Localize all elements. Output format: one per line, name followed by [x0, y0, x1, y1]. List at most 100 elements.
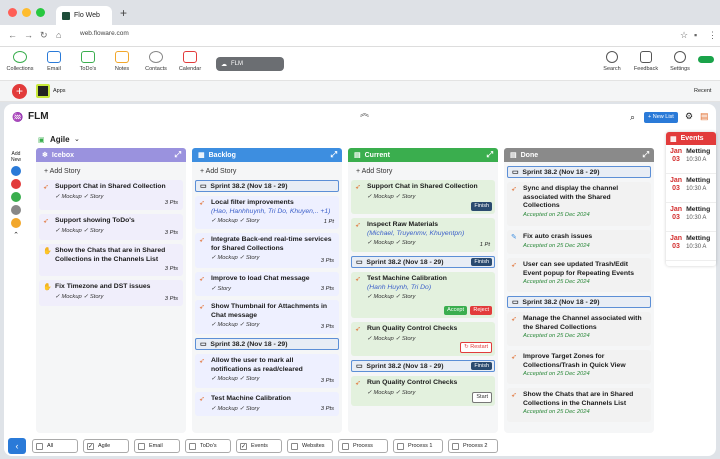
- forward-icon[interactable]: →: [24, 30, 33, 40]
- story-card[interactable]: ➶ Manage the Channel associated with the…: [507, 312, 651, 346]
- checkbox-icon[interactable]: [397, 442, 404, 450]
- story-card[interactable]: ➶ User can see updated Trash/Edit Event …: [507, 258, 651, 292]
- add-event-icon[interactable]: [11, 179, 21, 189]
- filter-process-2[interactable]: Process 2: [448, 439, 498, 453]
- filter-email[interactable]: Email: [134, 439, 180, 453]
- appbar-email[interactable]: Email: [38, 51, 70, 72]
- checkbox-icon[interactable]: [452, 442, 459, 450]
- bookmark-star-icon[interactable]: ☆: [680, 30, 688, 41]
- checkbox-icon[interactable]: [138, 442, 145, 450]
- active-collection-pill[interactable]: ☁ FLM: [216, 57, 284, 71]
- filter-process[interactable]: Process: [338, 439, 388, 453]
- story-card[interactable]: ➶ Improve to load Chat message ✓ Story 3…: [195, 272, 339, 296]
- apps-icon[interactable]: [36, 84, 50, 98]
- column-header[interactable]: ▤ Current ⤢: [348, 148, 498, 162]
- story-card[interactable]: ✋ Show the Chats that are in Shared Coll…: [39, 244, 183, 276]
- reject-button[interactable]: Reject: [470, 305, 492, 315]
- back-icon[interactable]: ←: [8, 30, 17, 40]
- url-field[interactable]: web.floware.com: [80, 30, 129, 37]
- sprint-header[interactable]: ▭ Sprint 38.2 (Nov 18 - 29): [195, 180, 339, 192]
- board-settings-icon[interactable]: ⚙: [685, 111, 693, 122]
- event-item[interactable]: Jan 03 Metting 10:30 A: [666, 203, 716, 232]
- add-note-icon[interactable]: [11, 218, 21, 228]
- appbar-calendar[interactable]: Calendar: [174, 51, 206, 72]
- chevron-left-icon[interactable]: ‹: [8, 438, 26, 454]
- checkbox-icon[interactable]: [189, 442, 196, 450]
- story-card[interactable]: ➶ Support Chat in Shared Collection ✓ Mo…: [39, 180, 183, 210]
- board-docs-icon[interactable]: ▤: [700, 111, 709, 122]
- story-card[interactable]: ➶ Show the Chats that are in Shared Coll…: [507, 388, 651, 422]
- reload-icon[interactable]: ↻: [40, 30, 48, 41]
- view-selector[interactable]: Agile: [50, 135, 70, 144]
- filter-todo-s[interactable]: ToDo's: [185, 439, 231, 453]
- story-card[interactable]: ➶ Integrate Back-end real-time services …: [195, 233, 339, 268]
- story-card[interactable]: ➶ Improve Target Zones for Collections/T…: [507, 350, 651, 384]
- sprint-header[interactable]: ▭ Sprint 38.2 (Nov 18 - 29): [507, 166, 651, 178]
- status-toggle[interactable]: [698, 56, 714, 63]
- checkbox-icon[interactable]: ✓: [240, 442, 247, 450]
- minimize-window-icon[interactable]: [22, 8, 31, 17]
- story-card[interactable]: ➶ Test Machine Calibration (Hanh Huynh, …: [351, 272, 495, 318]
- checkbox-icon[interactable]: [342, 442, 349, 450]
- add-icon[interactable]: +: [12, 84, 27, 99]
- expand-icon[interactable]: ⤢: [487, 150, 493, 160]
- chevron-down-icon[interactable]: ⌄: [74, 135, 80, 143]
- add-story-button[interactable]: + Add Story: [192, 162, 342, 180]
- appbar-collections[interactable]: Collections: [4, 51, 36, 72]
- appbar-search[interactable]: Search: [594, 51, 630, 72]
- column-header[interactable]: ▤ Done ⤢: [504, 148, 654, 162]
- event-item[interactable]: Jan 03 Metting 10:30 A: [666, 174, 716, 203]
- board-search-icon[interactable]: ⌕: [630, 112, 635, 123]
- story-card[interactable]: ➶ Support showing ToDo's ✓ Mockup ✓ Stor…: [39, 214, 183, 240]
- collapse-chevron-icon[interactable]: ︽: [360, 106, 369, 119]
- story-card[interactable]: ➶ Inspect Raw Materials (Michael, Truyen…: [351, 218, 495, 252]
- sprint-finish-button[interactable]: Finish: [471, 362, 492, 370]
- story-card[interactable]: ➶ Show Thumbnail for Attachments in Chat…: [195, 300, 339, 334]
- add-contact-icon[interactable]: [11, 205, 21, 215]
- filter-websites[interactable]: Websites: [287, 439, 333, 453]
- maximize-window-icon[interactable]: [36, 8, 45, 17]
- column-header[interactable]: ▦ Backlog ⤢: [192, 148, 342, 162]
- filter-agile[interactable]: ✓ Agile: [83, 439, 129, 453]
- recent-label[interactable]: Recent: [694, 88, 711, 94]
- story-card[interactable]: ➶ Sync and display the channel associate…: [507, 182, 651, 226]
- sprint-finish-button[interactable]: Finish: [471, 258, 492, 266]
- new-tab-icon[interactable]: +: [120, 6, 127, 20]
- appbar-settings[interactable]: Settings: [662, 51, 698, 72]
- expand-icon[interactable]: ⤢: [643, 150, 649, 160]
- sprint-header[interactable]: ▭ Sprint 38.2 (Nov 18 - 29) Finish: [351, 256, 495, 268]
- story-card[interactable]: ✋ Fix Timezone and DST issues ✓ Mockup ✓…: [39, 280, 183, 306]
- event-item[interactable]: Jan 03 Metting 10:30 A: [666, 232, 716, 261]
- checkbox-icon[interactable]: ✓: [87, 442, 94, 450]
- filter-events[interactable]: ✓ Events: [236, 439, 282, 453]
- story-card[interactable]: ➶ Allow the user to mark all notificatio…: [195, 354, 339, 388]
- event-item[interactable]: Jan 03 Metting 10:30 A: [666, 145, 716, 174]
- menu-icon[interactable]: ⋮: [708, 30, 717, 41]
- story-card[interactable]: ✎ Fix auto crash issues Accepted on 25 D…: [507, 230, 651, 254]
- add-story-button[interactable]: + Add Story: [348, 162, 498, 180]
- sprint-header[interactable]: ▭ Sprint 38.2 (Nov 18 - 29): [507, 296, 651, 308]
- add-story-button[interactable]: + Add Story: [36, 162, 186, 180]
- accept-button[interactable]: Accept: [444, 305, 467, 315]
- story-card[interactable]: ➶ Local filter improvements (Hao, Hanhhu…: [195, 196, 339, 229]
- events-header[interactable]: ▦ Events: [666, 132, 716, 145]
- checkbox-icon[interactable]: [36, 442, 43, 450]
- start-button[interactable]: Start: [472, 391, 492, 403]
- restart-button[interactable]: ↻ Restart: [460, 341, 492, 353]
- add-todo-icon[interactable]: [11, 192, 21, 202]
- appbar-feedback[interactable]: Feedback: [628, 51, 664, 72]
- expand-icon[interactable]: ⤢: [331, 150, 337, 160]
- appbar-todos[interactable]: ToDo's: [72, 51, 104, 72]
- home-icon[interactable]: ⌂: [56, 30, 61, 40]
- story-card[interactable]: ➶ Run Quality Control Checks ✓ Mockup ✓ …: [351, 376, 495, 406]
- finish-button[interactable]: Finish: [471, 201, 492, 211]
- checkbox-icon[interactable]: [291, 442, 298, 450]
- filter-all[interactable]: All: [32, 439, 78, 453]
- column-header[interactable]: ❄ Icebox ⤢: [36, 148, 186, 162]
- sprint-header[interactable]: ▭ Sprint 38.2 (Nov 18 - 29): [195, 338, 339, 350]
- add-email-icon[interactable]: [11, 166, 21, 176]
- appbar-contacts[interactable]: Contacts: [140, 51, 172, 72]
- filter-process-1[interactable]: Process 1: [393, 439, 443, 453]
- story-card[interactable]: ➶ Run Quality Control Checks ✓ Mockup ✓ …: [351, 322, 495, 356]
- story-card[interactable]: ➶ Support Chat in Shared Collection ✓ Mo…: [351, 180, 495, 214]
